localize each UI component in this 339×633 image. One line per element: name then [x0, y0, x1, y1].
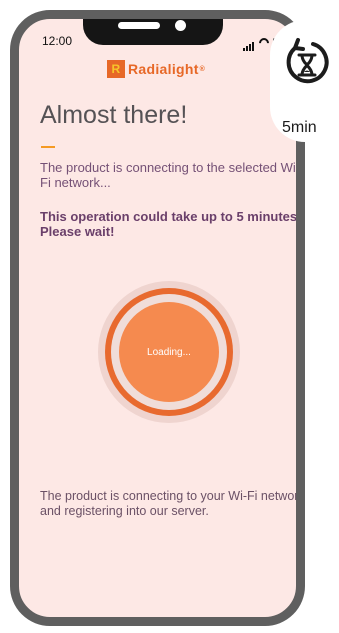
- brand-logo-mark: R: [107, 60, 125, 78]
- brand-logo-text: Radialight: [128, 61, 199, 77]
- speaker-icon: [118, 22, 160, 29]
- phone-frame: 12:00 R Radialight ® Almost there! The p…: [10, 10, 305, 626]
- bottom-message: The product is connecting to your Wi-Fi …: [40, 489, 305, 518]
- registered-mark: ®: [199, 65, 206, 73]
- page-title: Almost there!: [40, 101, 188, 129]
- loader-label: Loading...: [147, 346, 191, 358]
- status-time: 12:00: [42, 34, 73, 48]
- signal-icon: [243, 33, 255, 51]
- phone-notch: [83, 19, 223, 45]
- app-screenshot: 12:00 R Radialight ® Almost there! The p…: [0, 0, 339, 633]
- title-accent-divider: [41, 146, 55, 148]
- camera-icon: [175, 20, 186, 31]
- loader-core: Loading...: [119, 302, 219, 402]
- timer-badge: 5min: [270, 20, 339, 142]
- timer-label: 5min: [282, 119, 317, 136]
- brand-logo: R Radialight ®: [107, 59, 205, 79]
- connecting-message: The product is connecting to the selecte…: [40, 160, 301, 190]
- wait-message: This operation could take up to 5 minute…: [40, 209, 301, 239]
- hourglass-timer-icon: [286, 38, 329, 84]
- wifi-icon: [259, 38, 269, 46]
- loading-indicator: Loading...: [98, 281, 240, 423]
